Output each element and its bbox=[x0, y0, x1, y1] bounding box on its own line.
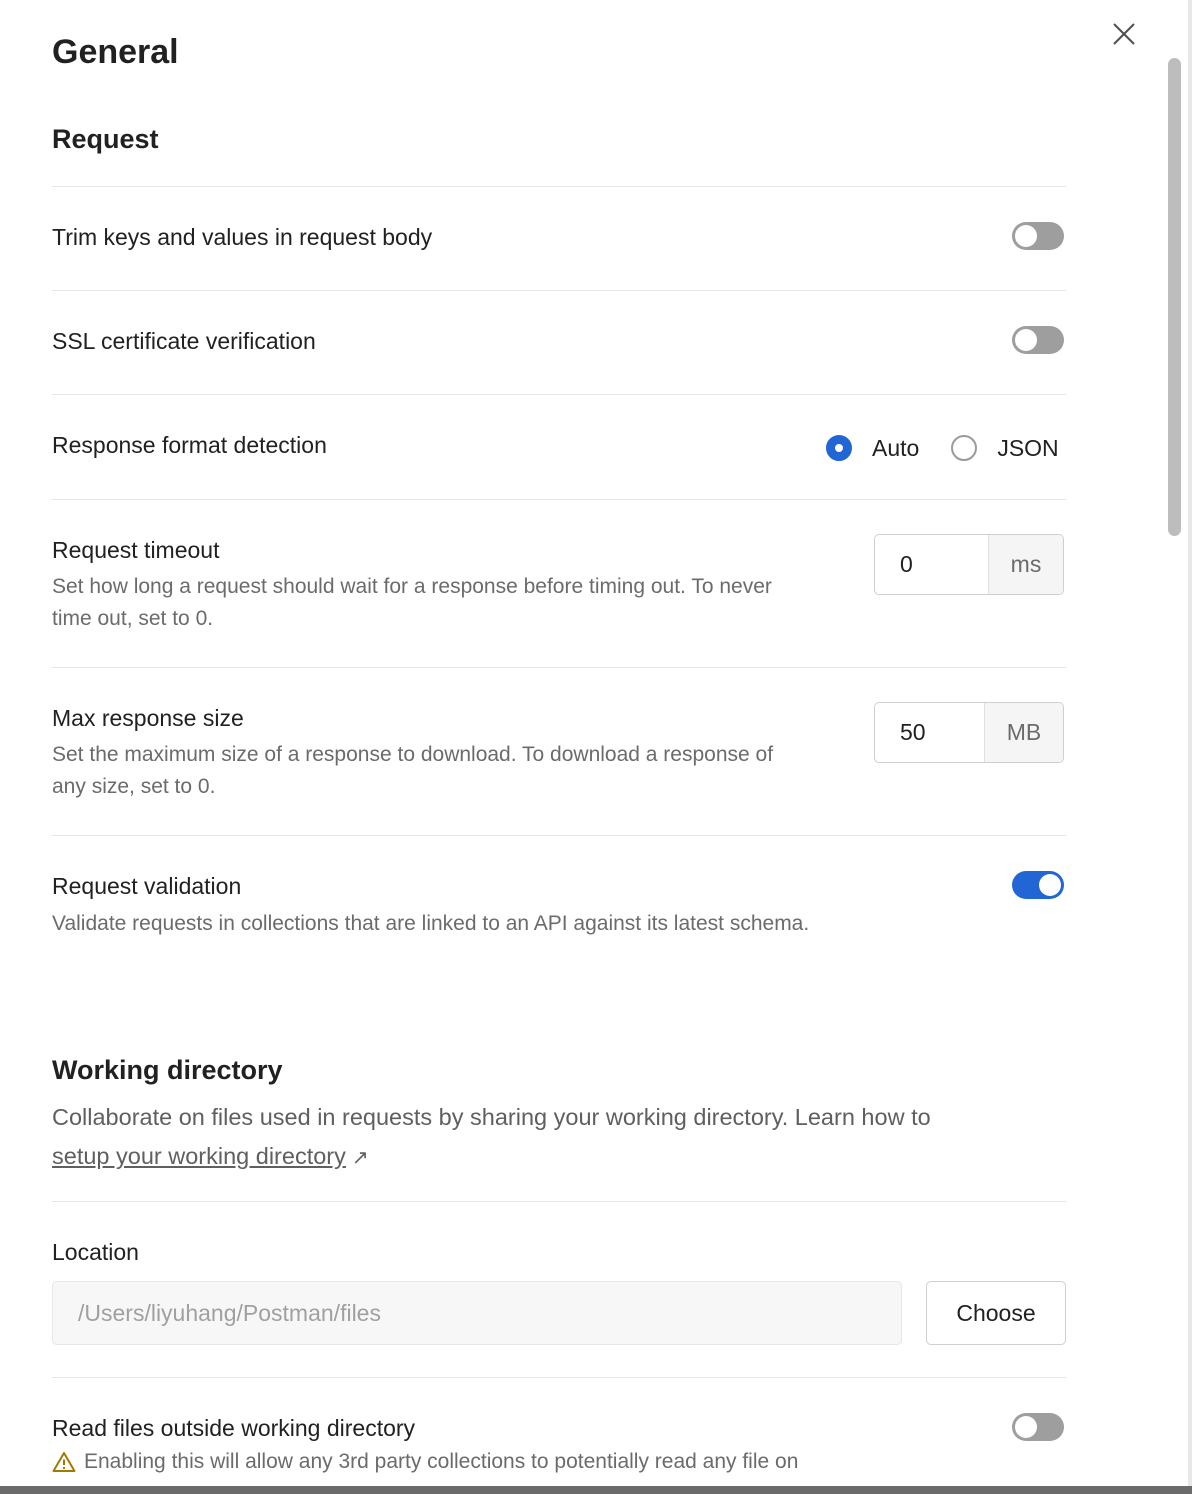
validation-label: Request validation bbox=[52, 873, 242, 899]
warning-icon bbox=[52, 1452, 76, 1472]
timeout-description: Set how long a request should wait for a… bbox=[52, 575, 772, 630]
ssl-toggle[interactable] bbox=[1012, 326, 1064, 354]
read-outside-toggle[interactable] bbox=[1012, 1413, 1064, 1441]
warning-text: Enabling this will allow any 3rd party c… bbox=[84, 1450, 799, 1473]
choose-button[interactable]: Choose bbox=[926, 1281, 1066, 1345]
toggle-knob bbox=[1039, 874, 1061, 896]
timeout-input[interactable]: 0 ms bbox=[874, 534, 1064, 595]
divider bbox=[52, 290, 1066, 291]
backdrop-edge-right bbox=[1188, 0, 1192, 1494]
page-title: General bbox=[52, 33, 179, 68]
toggle-knob bbox=[1015, 1416, 1037, 1438]
divider bbox=[52, 835, 1066, 836]
working-directory-description: Collaborate on files used in requests by… bbox=[52, 1098, 952, 1178]
radio-auto-label[interactable]: Auto bbox=[872, 435, 919, 462]
trim-toggle[interactable] bbox=[1012, 222, 1064, 250]
validation-toggle[interactable] bbox=[1012, 871, 1064, 899]
divider bbox=[52, 394, 1066, 395]
settings-modal: General Request Trim keys and values in … bbox=[0, 0, 1188, 1486]
divider bbox=[52, 1377, 1066, 1378]
external-link-icon[interactable]: ↗ bbox=[352, 1147, 369, 1169]
close-button[interactable] bbox=[1104, 14, 1144, 54]
timeout-value[interactable]: 0 bbox=[875, 535, 988, 594]
toggle-knob bbox=[1015, 329, 1037, 351]
ssl-label: SSL certificate verification bbox=[52, 328, 316, 354]
read-outside-label: Read files outside working directory bbox=[52, 1415, 416, 1441]
working-directory-description-text: Collaborate on files used in requests by… bbox=[52, 1104, 931, 1130]
scrollbar-thumb[interactable] bbox=[1168, 58, 1181, 536]
divider bbox=[52, 186, 1066, 187]
close-icon bbox=[1113, 23, 1135, 45]
read-outside-warning: Enabling this will allow any 3rd party c… bbox=[52, 1450, 798, 1474]
timeout-unit: ms bbox=[988, 535, 1063, 594]
radio-json[interactable] bbox=[951, 435, 978, 461]
trim-label: Trim keys and values in request body bbox=[52, 224, 433, 250]
divider bbox=[52, 1201, 1066, 1202]
validation-description: Validate requests in collections that ar… bbox=[52, 912, 810, 935]
timeout-label: Request timeout bbox=[52, 537, 220, 563]
toggle-knob bbox=[1015, 225, 1037, 247]
backdrop-edge-bottom bbox=[0, 1486, 1192, 1494]
divider bbox=[52, 667, 1066, 668]
max-size-label: Max response size bbox=[52, 705, 244, 731]
max-size-input[interactable]: 50 MB bbox=[874, 702, 1064, 763]
radio-auto[interactable] bbox=[826, 435, 852, 461]
max-size-unit: MB bbox=[984, 703, 1063, 762]
request-section-title: Request bbox=[52, 124, 159, 154]
location-input[interactable]: /Users/liyuhang/Postman/files bbox=[52, 1281, 902, 1345]
location-label: Location bbox=[52, 1239, 139, 1265]
radio-json-label[interactable]: JSON bbox=[997, 435, 1058, 462]
setup-working-directory-link[interactable]: setup your working directory bbox=[52, 1143, 346, 1169]
response-format-radio-group: Auto JSON bbox=[826, 430, 1059, 466]
divider bbox=[52, 499, 1066, 500]
max-size-value[interactable]: 50 bbox=[875, 703, 984, 762]
response-format-label: Response format detection bbox=[52, 432, 327, 458]
working-directory-section-title: Working directory bbox=[52, 1055, 283, 1085]
max-size-description: Set the maximum size of a response to do… bbox=[52, 743, 774, 798]
